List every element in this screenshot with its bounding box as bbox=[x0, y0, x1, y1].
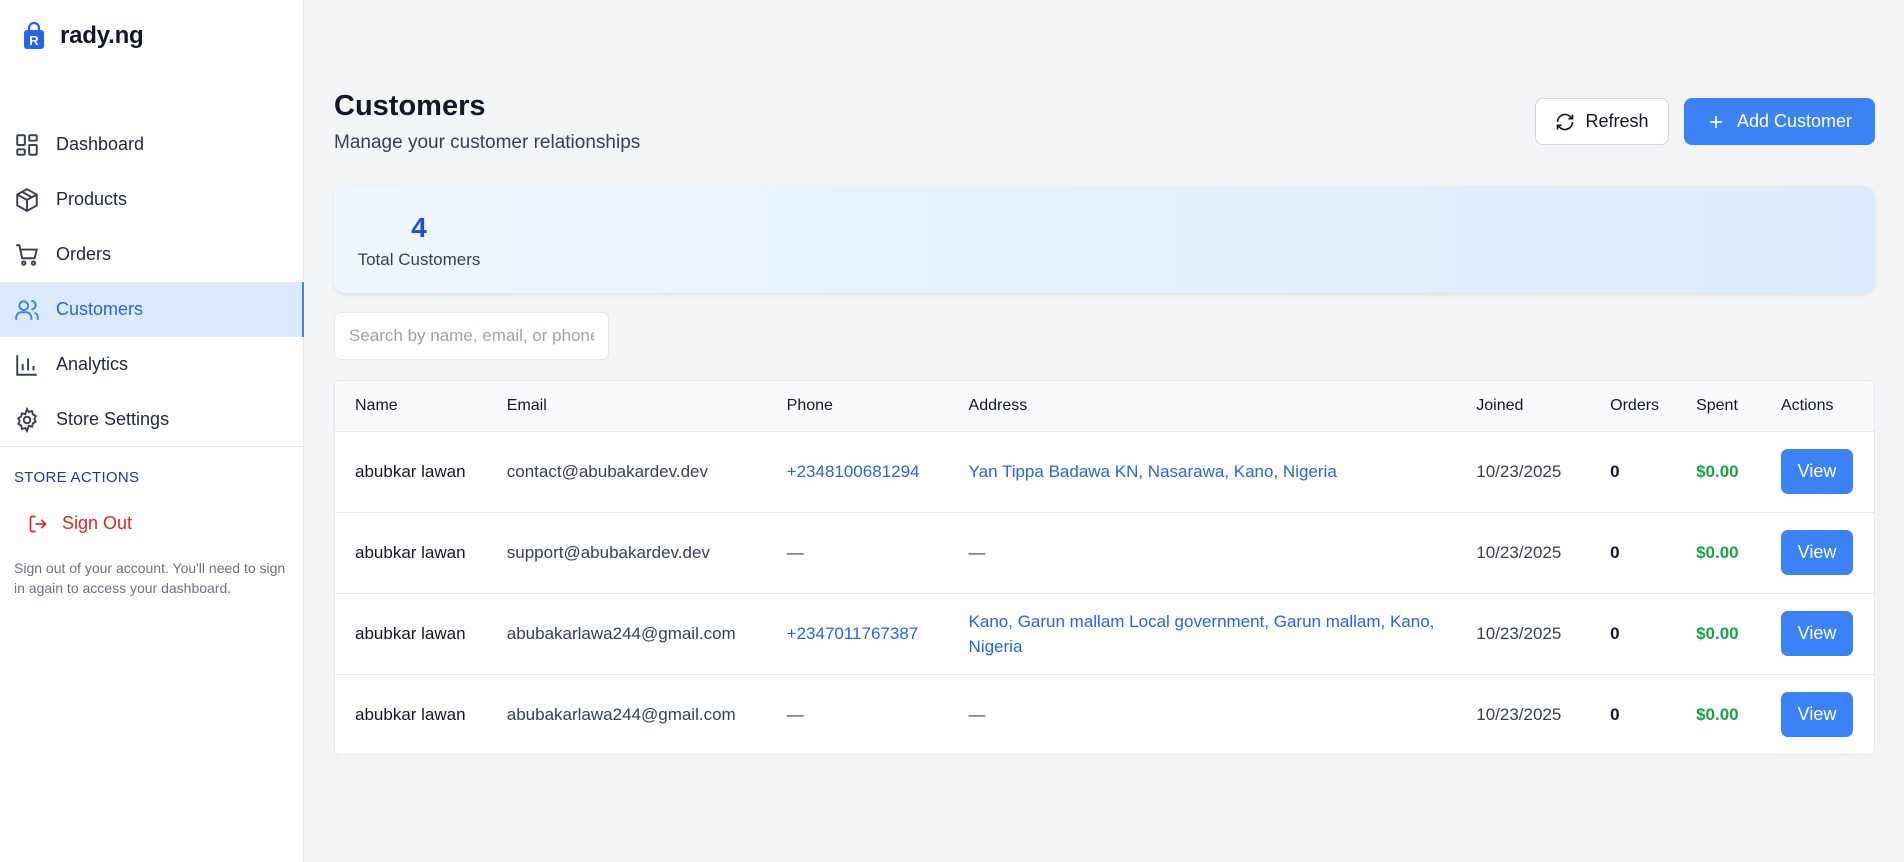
plus-icon bbox=[1709, 115, 1722, 128]
view-button[interactable]: View bbox=[1781, 611, 1853, 656]
actions-cell: View bbox=[1761, 431, 1874, 512]
refresh-icon bbox=[1557, 113, 1574, 130]
customer-spent: $0.00 bbox=[1696, 623, 1739, 643]
svg-text:R: R bbox=[29, 33, 39, 48]
customer-joined: 10/23/2025 bbox=[1476, 704, 1562, 724]
customer-joined: 10/23/2025 bbox=[1476, 461, 1562, 481]
sidebar-item-label: Dashboard bbox=[56, 134, 145, 154]
sidebar-item-analytics[interactable]: Analytics bbox=[0, 337, 304, 392]
customer-orders: 0 bbox=[1610, 623, 1620, 643]
stat-label: Total Customers bbox=[357, 250, 481, 269]
users-icon bbox=[15, 299, 39, 320]
sidebar-item-customers[interactable]: Customers bbox=[0, 282, 304, 337]
table-row[interactable]: abubkar lawan contact@abubakardev.dev +2… bbox=[335, 431, 1874, 512]
sidebar-divider bbox=[0, 446, 304, 447]
column-header-email[interactable]: Email bbox=[487, 381, 767, 431]
column-header-orders[interactable]: Orders bbox=[1590, 381, 1676, 431]
customer-email: contact@abubakardev.dev bbox=[506, 461, 709, 481]
sidebar-item-orders[interactable]: Orders bbox=[0, 227, 304, 282]
column-header-address[interactable]: Address bbox=[949, 381, 1457, 431]
sign-out-button[interactable]: Sign Out bbox=[28, 513, 132, 534]
column-header-name[interactable]: Name bbox=[335, 381, 487, 431]
customer-email: support@abubakardev.dev bbox=[506, 542, 710, 562]
actions-cell: View bbox=[1761, 512, 1874, 593]
customer-phone: — bbox=[786, 704, 804, 724]
sidebar-nav: Dashboard Products Orders Customers Anal… bbox=[0, 117, 304, 447]
actions-cell: View bbox=[1761, 593, 1874, 674]
sidebar-item-dashboard[interactable]: Dashboard bbox=[0, 117, 304, 172]
customer-spent: $0.00 bbox=[1696, 461, 1739, 481]
stats-card: 4 Total Customers bbox=[334, 186, 1875, 293]
refresh-button[interactable]: Refresh bbox=[1535, 98, 1669, 145]
customer-email: abubakarlawa244@gmail.com bbox=[506, 623, 736, 643]
add-customer-label: Add Customer bbox=[1736, 111, 1853, 131]
customer-orders: 0 bbox=[1610, 704, 1620, 724]
stat-total-customers: 4 Total Customers bbox=[354, 212, 484, 270]
sign-out-description: Sign out of your account. You'll need to… bbox=[14, 560, 286, 596]
stat-value: 4 bbox=[411, 212, 427, 243]
refresh-label: Refresh bbox=[1585, 111, 1649, 131]
sidebar-item-label: Products bbox=[56, 189, 128, 209]
table-row[interactable]: abubkar lawan support@abubakardev.dev — … bbox=[335, 512, 1874, 593]
customer-spent: $0.00 bbox=[1696, 704, 1739, 724]
customer-joined: 10/23/2025 bbox=[1476, 623, 1562, 643]
add-customer-button[interactable]: Add Customer bbox=[1684, 98, 1875, 145]
brand-name: rady.ng bbox=[60, 22, 144, 49]
view-button[interactable]: View bbox=[1781, 449, 1853, 494]
customers-table: Name Email Phone Address Joined Orders S… bbox=[334, 380, 1875, 755]
table-row[interactable]: abubkar lawan abubakarlawa244@gmail.com … bbox=[335, 674, 1874, 754]
customer-name: abubkar lawan bbox=[355, 462, 466, 481]
page-subtitle: Manage your customer relationships bbox=[334, 132, 641, 153]
view-button[interactable]: View bbox=[1781, 530, 1853, 575]
customer-address: — bbox=[968, 542, 986, 562]
table-header-row: Name Email Phone Address Joined Orders S… bbox=[335, 381, 1874, 431]
customer-phone[interactable]: +2348100681294 bbox=[767, 431, 949, 512]
table-row[interactable]: abubkar lawan abubakarlawa244@gmail.com … bbox=[335, 593, 1874, 674]
column-header-spent[interactable]: Spent bbox=[1676, 381, 1761, 431]
sidebar-item-label: Orders bbox=[56, 244, 112, 264]
logout-icon bbox=[29, 515, 47, 532]
sidebar: R rady.ng Dashboard Products Orders Cust… bbox=[0, 0, 304, 862]
customer-spent: $0.00 bbox=[1696, 542, 1739, 562]
search-input[interactable] bbox=[334, 312, 609, 360]
customer-name: abubkar lawan bbox=[355, 543, 466, 562]
sidebar-item-store-settings[interactable]: Store Settings bbox=[0, 392, 304, 447]
gear-icon bbox=[17, 406, 37, 433]
sidebar-item-products[interactable]: Products bbox=[0, 172, 304, 227]
customer-joined: 10/23/2025 bbox=[1476, 542, 1562, 562]
actions-cell: View bbox=[1761, 674, 1874, 754]
page-title: Customers bbox=[334, 90, 486, 122]
customer-name: abubkar lawan bbox=[355, 624, 466, 643]
shopping-bag-logo-icon: R bbox=[24, 22, 44, 49]
cart-icon bbox=[16, 243, 38, 266]
customer-phone: — bbox=[786, 542, 804, 562]
view-button[interactable]: View bbox=[1781, 692, 1853, 738]
customer-phone[interactable]: +2347011767387 bbox=[767, 593, 949, 674]
dashboard-icon bbox=[16, 133, 38, 156]
brand[interactable]: R rady.ng bbox=[22, 22, 144, 50]
column-header-phone[interactable]: Phone bbox=[767, 381, 949, 431]
customer-address[interactable]: Yan Tippa Badawa KN, Nasarawa, Kano, Nig… bbox=[949, 431, 1457, 512]
sidebar-item-label: Store Settings bbox=[56, 409, 170, 429]
column-header-actions: Actions bbox=[1781, 396, 1834, 414]
customer-orders: 0 bbox=[1610, 461, 1620, 481]
customer-orders: 0 bbox=[1610, 542, 1620, 562]
customer-address: — bbox=[968, 704, 986, 724]
sign-out-label: Sign Out bbox=[62, 513, 133, 533]
column-header-joined[interactable]: Joined bbox=[1456, 381, 1590, 431]
sidebar-item-label: Analytics bbox=[56, 354, 129, 374]
sidebar-item-label: Customers bbox=[56, 299, 144, 319]
customer-email: abubakarlawa244@gmail.com bbox=[506, 704, 736, 724]
bar-chart-icon bbox=[16, 354, 37, 376]
box-icon bbox=[16, 187, 38, 212]
store-actions-heading: STORE ACTIONS bbox=[14, 469, 140, 486]
customer-name: abubkar lawan bbox=[355, 705, 466, 725]
customer-address[interactable]: Kano, Garun mallam Local government, Gar… bbox=[949, 593, 1457, 674]
